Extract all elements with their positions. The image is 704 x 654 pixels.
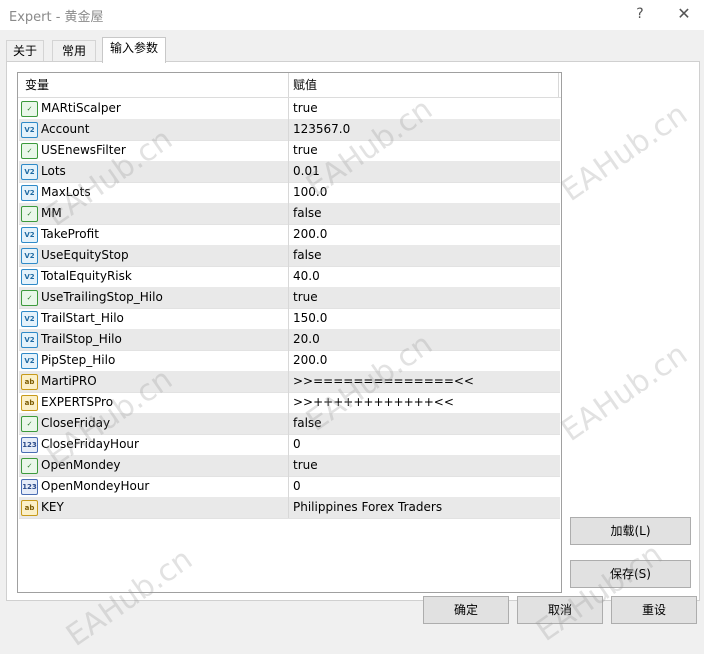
column-divider bbox=[288, 119, 289, 140]
table-row[interactable]: ab KEY Philippines Forex Traders bbox=[19, 497, 560, 519]
int-type-icon: 123 bbox=[21, 437, 38, 453]
column-divider bbox=[288, 224, 289, 245]
column-divider bbox=[288, 392, 289, 413]
column-divider bbox=[288, 182, 289, 203]
string-type-icon: ab bbox=[21, 500, 38, 516]
bool-type-icon: ✓ bbox=[21, 290, 38, 306]
bool-type-icon: ✓ bbox=[21, 416, 38, 432]
column-divider bbox=[288, 350, 289, 371]
variable-name: MartiPRO bbox=[41, 374, 97, 388]
column-divider bbox=[288, 245, 289, 266]
double-type-icon: V2 bbox=[21, 185, 38, 201]
bool-type-icon: ✓ bbox=[21, 458, 38, 474]
double-type-icon: V2 bbox=[21, 353, 38, 369]
variable-value[interactable]: false bbox=[293, 203, 322, 224]
double-type-icon: V2 bbox=[21, 332, 38, 348]
header-divider-end bbox=[558, 73, 559, 97]
bool-type-icon: ✓ bbox=[21, 143, 38, 159]
close-button[interactable]: ✕ bbox=[672, 2, 696, 26]
table-row[interactable]: V2 TakeProfit 200.0 bbox=[19, 224, 560, 246]
ok-button[interactable]: 确定 bbox=[423, 596, 509, 624]
column-divider bbox=[288, 287, 289, 308]
variable-name: OpenMondeyHour bbox=[41, 479, 150, 493]
grid-header: 变量 赋值 bbox=[18, 73, 561, 98]
table-row[interactable]: ✓ UseTrailingStop_Hilo true bbox=[19, 287, 560, 309]
column-divider bbox=[288, 266, 289, 287]
table-row[interactable]: V2 Account 123567.0 bbox=[19, 119, 560, 141]
variable-value[interactable]: 40.0 bbox=[293, 266, 320, 287]
double-type-icon: V2 bbox=[21, 227, 38, 243]
load-button[interactable]: 加载(L) bbox=[570, 517, 691, 545]
variable-value[interactable]: 200.0 bbox=[293, 350, 327, 371]
column-divider bbox=[288, 476, 289, 497]
table-row[interactable]: ✓ OpenMondey true bbox=[19, 455, 560, 477]
variable-name: KEY bbox=[41, 500, 64, 514]
header-variable[interactable]: 变量 bbox=[20, 73, 285, 97]
bool-type-icon: ✓ bbox=[21, 206, 38, 222]
table-row[interactable]: V2 PipStep_Hilo 200.0 bbox=[19, 350, 560, 372]
table-row[interactable]: ✓ MARtiScalper true bbox=[19, 98, 560, 120]
variable-name: Account bbox=[41, 122, 90, 136]
variable-value[interactable]: true bbox=[293, 287, 318, 308]
column-divider bbox=[288, 161, 289, 182]
column-divider bbox=[288, 329, 289, 350]
column-divider bbox=[288, 434, 289, 455]
double-type-icon: V2 bbox=[21, 311, 38, 327]
column-divider bbox=[288, 497, 289, 518]
double-type-icon: V2 bbox=[21, 248, 38, 264]
table-row[interactable]: V2 TotalEquityRisk 40.0 bbox=[19, 266, 560, 288]
string-type-icon: ab bbox=[21, 395, 38, 411]
tab-about[interactable]: 关于 bbox=[6, 40, 44, 62]
window-title: Expert - 黄金屋 bbox=[9, 10, 104, 25]
bool-type-icon: ✓ bbox=[21, 101, 38, 117]
table-row[interactable]: V2 TrailStop_Hilo 20.0 bbox=[19, 329, 560, 351]
column-divider bbox=[288, 140, 289, 161]
double-type-icon: V2 bbox=[21, 164, 38, 180]
variable-value[interactable]: 123567.0 bbox=[293, 119, 350, 140]
variable-name: TrailStart_Hilo bbox=[41, 311, 124, 325]
variable-value[interactable]: Philippines Forex Traders bbox=[293, 497, 442, 518]
variable-name: PipStep_Hilo bbox=[41, 353, 116, 367]
variable-name: Lots bbox=[41, 164, 66, 178]
int-type-icon: 123 bbox=[21, 479, 38, 495]
variable-name: TotalEquityRisk bbox=[41, 269, 132, 283]
table-row[interactable]: ✓ USEnewsFilter true bbox=[19, 140, 560, 162]
title-bar: Expert - 黄金屋 ? ✕ bbox=[0, 0, 704, 30]
variable-value[interactable]: 0 bbox=[293, 476, 301, 497]
table-row[interactable]: 123 OpenMondeyHour 0 bbox=[19, 476, 560, 498]
variable-name: TakeProfit bbox=[41, 227, 99, 241]
variable-value[interactable]: 200.0 bbox=[293, 224, 327, 245]
variable-value[interactable]: false bbox=[293, 245, 322, 266]
help-button[interactable]: ? bbox=[628, 2, 652, 26]
variable-value[interactable]: true bbox=[293, 98, 318, 119]
variable-name: MARtiScalper bbox=[41, 101, 121, 115]
tab-inputs[interactable]: 输入参数 bbox=[102, 37, 166, 63]
double-type-icon: V2 bbox=[21, 122, 38, 138]
variable-value[interactable]: true bbox=[293, 455, 318, 476]
reset-button[interactable]: 重设 bbox=[611, 596, 697, 624]
table-row[interactable]: ab MartiPRO >>==============<< bbox=[19, 371, 560, 393]
column-divider bbox=[288, 455, 289, 476]
variable-value[interactable]: 150.0 bbox=[293, 308, 327, 329]
column-divider bbox=[288, 371, 289, 392]
variable-name: UseEquityStop bbox=[41, 248, 129, 262]
parameters-grid: 变量 赋值 ✓ MARtiScalper true V2 Account 123567.0… bbox=[17, 72, 562, 593]
variable-name: TrailStop_Hilo bbox=[41, 332, 122, 346]
column-divider bbox=[288, 308, 289, 329]
column-divider bbox=[288, 413, 289, 434]
string-type-icon: ab bbox=[21, 374, 38, 390]
variable-value[interactable]: 20.0 bbox=[293, 329, 320, 350]
double-type-icon: V2 bbox=[21, 269, 38, 285]
column-divider bbox=[288, 203, 289, 224]
tab-common[interactable]: 常用 bbox=[52, 40, 96, 62]
table-row[interactable]: ✓ MM false bbox=[19, 203, 560, 225]
table-row[interactable]: V2 UseEquityStop false bbox=[19, 245, 560, 267]
variable-name: UseTrailingStop_Hilo bbox=[41, 290, 163, 304]
column-divider bbox=[288, 98, 289, 119]
variable-value[interactable]: 0 bbox=[293, 434, 301, 455]
variable-value[interactable]: true bbox=[293, 140, 318, 161]
table-row[interactable]: V2 TrailStart_Hilo 150.0 bbox=[19, 308, 560, 330]
